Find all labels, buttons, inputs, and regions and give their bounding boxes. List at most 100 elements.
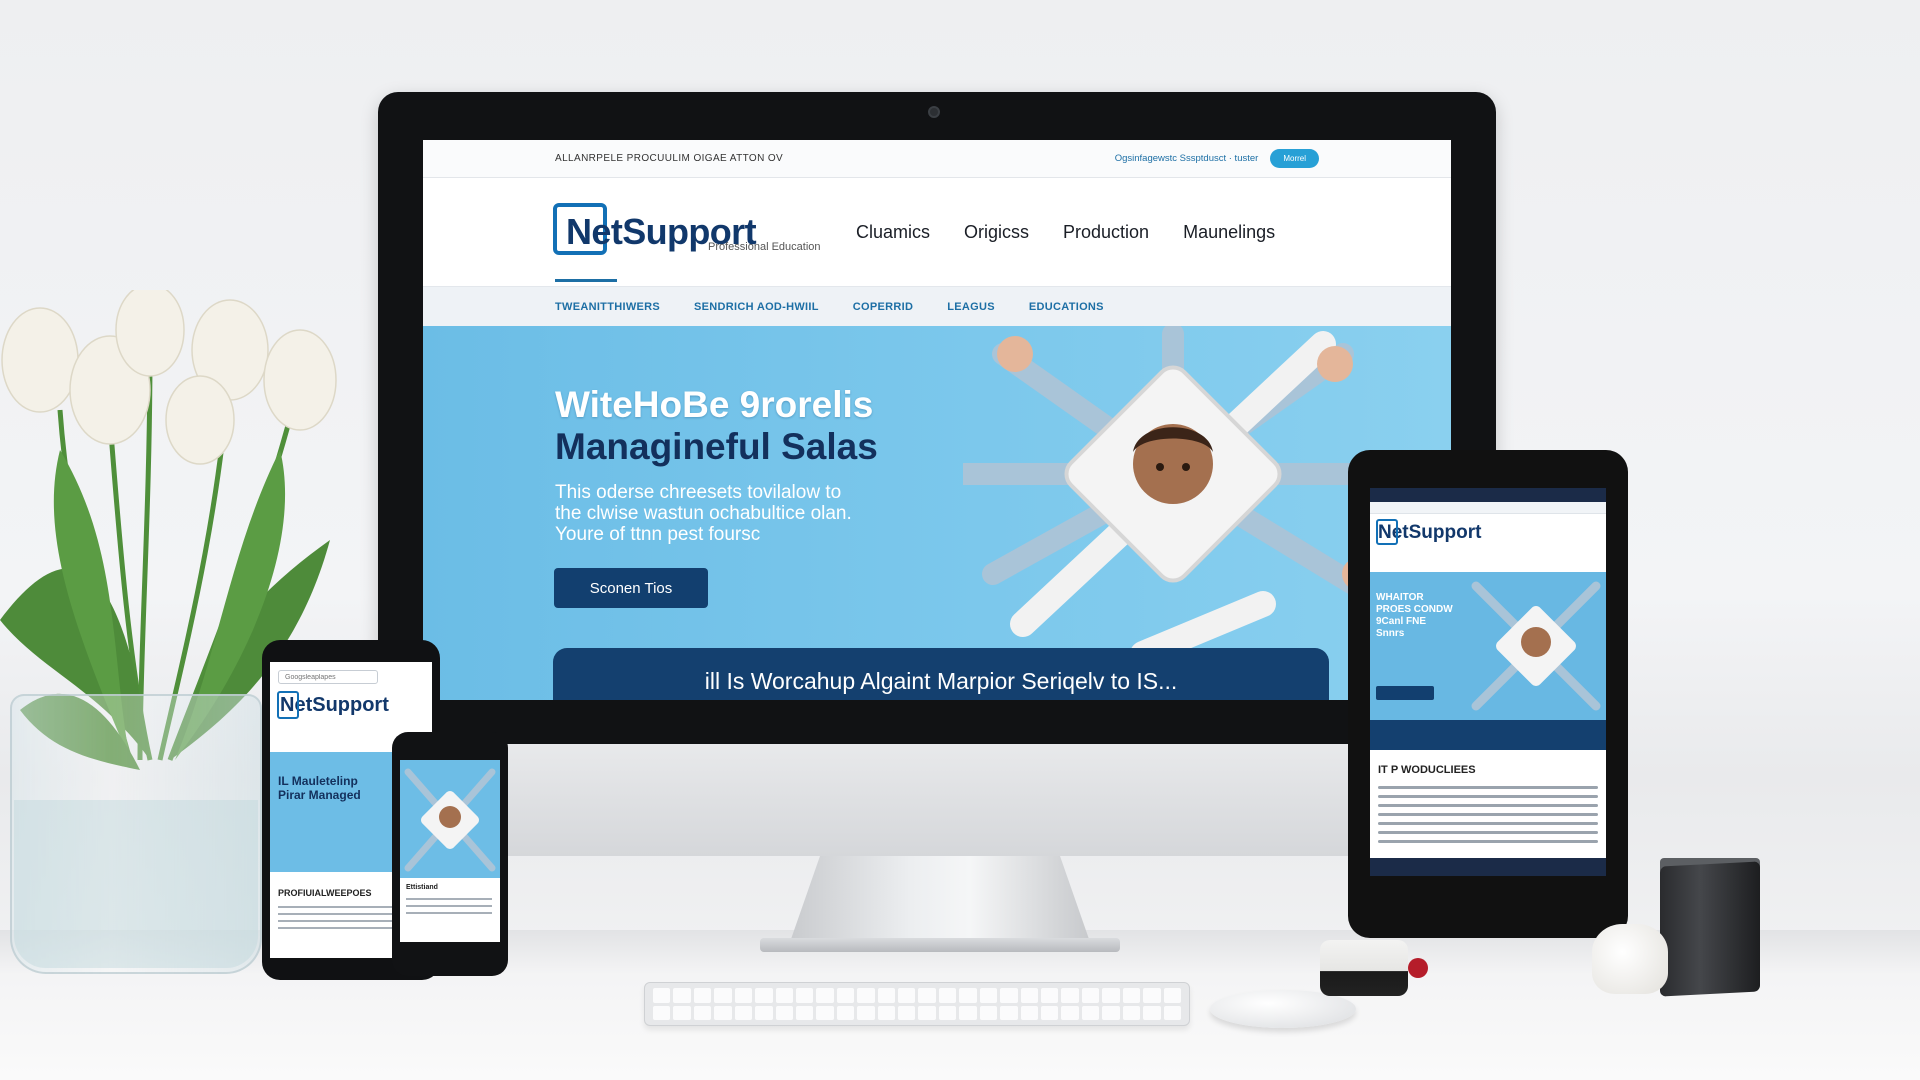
- small-phone-body-text: [406, 898, 492, 919]
- keyboard-key: [877, 988, 896, 1003]
- keyboard-key: [857, 988, 875, 1003]
- hero-desc-line-2: the clwise wastun ochabultice olan.: [555, 503, 852, 524]
- keyboard-key: [795, 1005, 814, 1020]
- keyboard-key: [1000, 1005, 1018, 1020]
- keyboard-key: [959, 988, 977, 1003]
- subnav-item-4[interactable]: LEAGUS: [947, 301, 995, 313]
- hero-title-line-2: Managineful Salas: [555, 426, 878, 467]
- logo-subtitle: Professional Education: [708, 241, 821, 253]
- nav-item-2[interactable]: Origicss: [964, 222, 1029, 243]
- subnav-item-1[interactable]: TWEANITTHIWERS: [555, 301, 660, 313]
- keyboard-key: [898, 1005, 916, 1020]
- ceramic-ornament: [1592, 924, 1668, 994]
- phone-heading: PROFIUIALWEEPOES: [278, 888, 372, 898]
- tablet-body-text: [1378, 786, 1598, 849]
- keyboard-key: [1143, 1005, 1161, 1020]
- small-phone-hero: [400, 760, 500, 878]
- website-screen: ALLANRPELE PROCUULIM OIGAE ATTON OV Ogsi…: [423, 140, 1451, 700]
- keyboard-key: [938, 988, 957, 1003]
- subnav-item-3[interactable]: COPERRID: [853, 301, 913, 313]
- keyboard-key: [857, 1005, 875, 1020]
- site-header: NetSupport Professional Education Cluami…: [423, 178, 1451, 286]
- keyboard-key: [1163, 1005, 1181, 1020]
- phone-search-input[interactable]: [278, 670, 378, 684]
- speaker-icon: [1660, 861, 1760, 997]
- keyboard-key: [816, 1005, 834, 1020]
- small-phone-illustration-icon: [404, 768, 496, 872]
- keyboard-key: [755, 988, 773, 1003]
- keyboard-key: [1102, 988, 1120, 1003]
- keyboard-key: [734, 988, 753, 1003]
- vase-water: [14, 800, 258, 968]
- keyboard-key: [1061, 1005, 1079, 1020]
- keyboard-key: [1020, 988, 1039, 1003]
- netsupport-logo[interactable]: NetSupport Professional Education: [553, 203, 821, 255]
- hero-illustration-icon: [963, 326, 1383, 654]
- tablet-dock: [1370, 858, 1606, 876]
- hero-banner[interactable]: ill Is Worcahup Algaint Marpior Seriqelv…: [553, 648, 1329, 700]
- main-nav: Cluamics Origicss Production Maunelings: [856, 222, 1275, 243]
- tablet-logo[interactable]: NetSupport: [1375, 519, 1481, 545]
- hero-title: WiteHoBe 9rorelis Managineful Salas: [555, 384, 975, 468]
- keyboard-key: [918, 1005, 936, 1020]
- subnav-item-5[interactable]: EDUCATIONS: [1029, 301, 1104, 313]
- nav-item-1[interactable]: Cluamics: [856, 222, 930, 243]
- camera-icon: [928, 106, 940, 118]
- keyboard-key: [938, 1005, 957, 1020]
- monitor-stand-base: [760, 938, 1120, 952]
- keyboard-keys: [653, 988, 1181, 1020]
- nav-item-3[interactable]: Production: [1063, 222, 1149, 243]
- keyboard-key: [1041, 988, 1059, 1003]
- topbar-link[interactable]: Ogsinfagewstc Sssptdusct · tuster: [1115, 153, 1259, 164]
- sub-nav: TWEANITTHIWERS SENDRICH AOD-HWIIL COPERR…: [423, 286, 1451, 326]
- keyboard-key: [1020, 1005, 1039, 1020]
- keyboard-key: [898, 988, 916, 1003]
- hero-description: This oderse chreesets tovilalow to the c…: [555, 482, 935, 545]
- monitor-chin: [378, 744, 1496, 856]
- topbar-text: ALLANRPELE PROCUULIM OIGAE ATTON OV: [555, 153, 784, 164]
- keyboard-key: [1041, 1005, 1059, 1020]
- keyboard-key: [755, 1005, 773, 1020]
- topbar-right: Ogsinfagewstc Sssptdusct · tuster Morrel: [1115, 149, 1319, 168]
- hero-desc-line-1: This oderse chreesets tovilalow to: [555, 482, 842, 503]
- keyboard-key: [734, 1005, 753, 1020]
- tablet-hero-title: WHAITOR PROES CONDW 9Canl FNE Snnrs: [1376, 592, 1453, 639]
- keyboard-key: [693, 1005, 712, 1020]
- keyboard-key: [775, 1005, 793, 1020]
- keyboard-key: [653, 1005, 671, 1020]
- keyboard-key: [714, 1005, 732, 1020]
- keyboard-icon: [644, 982, 1190, 1026]
- keyboard-key: [775, 988, 793, 1003]
- keyboard-key: [836, 988, 855, 1003]
- keyboard-key: [979, 988, 998, 1003]
- keyboard-key: [653, 988, 671, 1003]
- keyboard-key: [877, 1005, 896, 1020]
- nav-item-4[interactable]: Maunelings: [1183, 222, 1275, 243]
- keyboard-key: [1163, 988, 1181, 1003]
- small-phone-screen: Ettistiand: [400, 760, 500, 942]
- tablet-hero-illustration-icon: [1471, 581, 1601, 711]
- tablet-hero-button[interactable]: [1376, 686, 1434, 700]
- tablet-status-bar: [1370, 488, 1606, 502]
- keyboard-key: [795, 988, 814, 1003]
- phone-logo[interactable]: NetSupport: [277, 691, 389, 719]
- keyboard-key: [1081, 988, 1100, 1003]
- keyboard-key: [918, 988, 936, 1003]
- keyboard-key: [836, 1005, 855, 1020]
- tablet-heading: IT P WODUCLIEES: [1378, 764, 1476, 776]
- tablet-device: NetSupport WHAITOR PROES CONDW 9Canl FNE…: [1348, 450, 1628, 938]
- top-utility-bar: ALLANRPELE PROCUULIM OIGAE ATTON OV Ogsi…: [423, 140, 1451, 178]
- hero-cta-button[interactable]: Sconen Tios: [554, 568, 708, 608]
- monitor-stand: [790, 856, 1090, 942]
- keyboard-key: [979, 1005, 998, 1020]
- hero-desc-line-3: Youre of ttnn pest foursc: [555, 524, 761, 545]
- topbar-button[interactable]: Morrel: [1270, 149, 1319, 168]
- tablet-hero: WHAITOR PROES CONDW 9Canl FNE Snnrs: [1370, 572, 1606, 720]
- tablet-screen: NetSupport WHAITOR PROES CONDW 9Canl FNE…: [1370, 488, 1606, 876]
- hero-section: WiteHoBe 9rorelis Managineful Salas This…: [423, 326, 1451, 700]
- red-ornament: [1408, 958, 1428, 978]
- logo-underline: [555, 279, 617, 282]
- phone-hero-title: IL Mauletelinp Pirar Managed: [278, 774, 361, 802]
- small-phone-device: Ettistiand: [392, 732, 508, 976]
- subnav-item-2[interactable]: SENDRICH AOD-HWIIL: [694, 301, 819, 313]
